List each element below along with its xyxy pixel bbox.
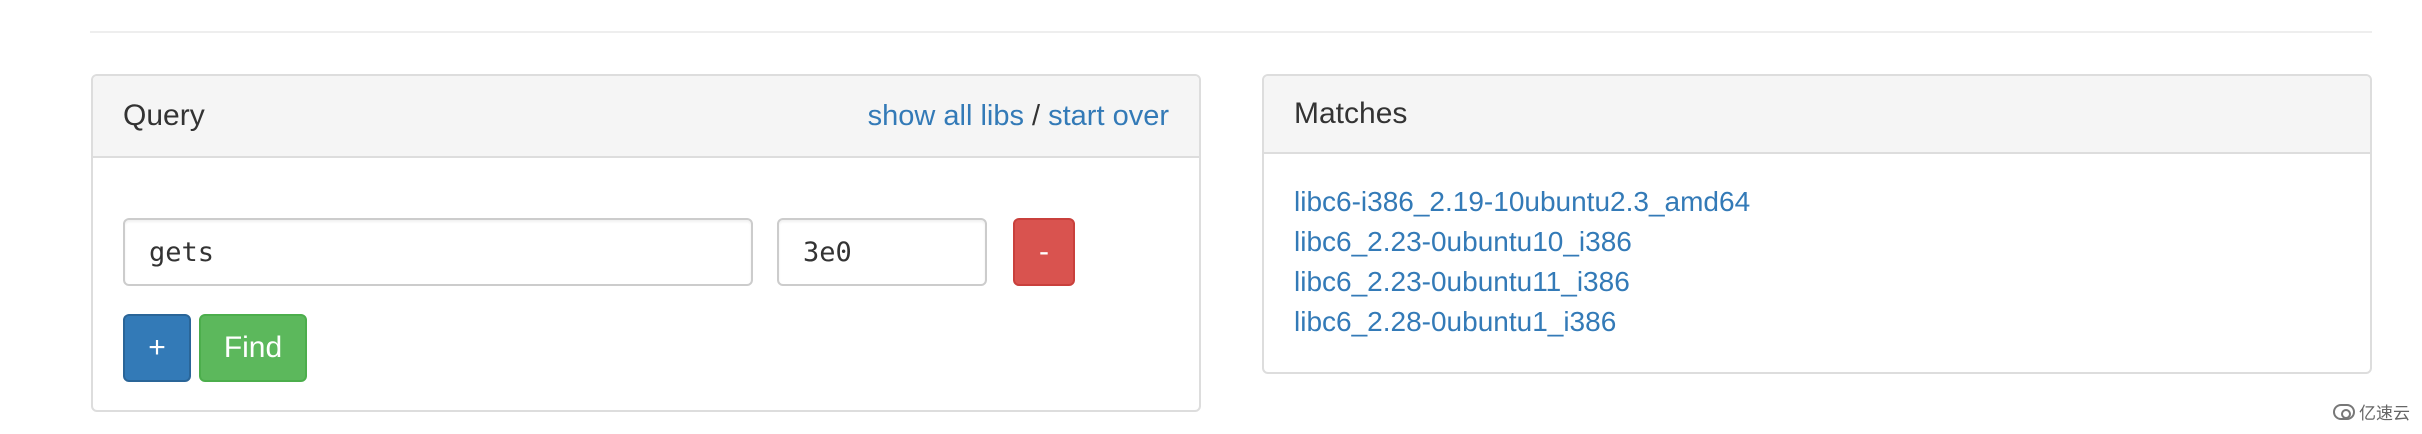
matches-panel-heading: Matches xyxy=(1264,76,2370,154)
query-title: Query xyxy=(123,99,205,132)
symbol-address-input[interactable]: 3e0 xyxy=(777,218,987,286)
query-links: show all libs / start over xyxy=(868,100,1169,133)
show-all-libs-link[interactable]: show all libs xyxy=(868,100,1024,132)
list-item: libc6-i386_2.19-10ubuntu2.3_amd64 xyxy=(1294,182,1750,222)
cloud-icon xyxy=(2333,403,2355,420)
query-panel: Query show all libs / start over gets 3e… xyxy=(91,74,1201,412)
matches-panel: Matches libc6-i386_2.19-10ubuntu2.3_amd6… xyxy=(1262,74,2372,374)
matches-list: libc6-i386_2.19-10ubuntu2.3_amd64 libc6_… xyxy=(1294,182,1750,342)
matches-title: Matches xyxy=(1294,97,1408,130)
link-separator: / xyxy=(1023,99,1049,132)
start-over-link[interactable]: start over xyxy=(1048,100,1169,132)
find-button[interactable]: Find xyxy=(199,314,307,382)
top-divider xyxy=(90,31,2372,33)
watermark-text: 亿速云 xyxy=(2359,404,2410,423)
match-link[interactable]: libc6-i386_2.19-10ubuntu2.3_amd64 xyxy=(1294,186,1750,217)
remove-row-button[interactable]: - xyxy=(1013,218,1075,286)
match-link[interactable]: libc6_2.23-0ubuntu11_i386 xyxy=(1294,266,1630,297)
watermark: 亿速云 xyxy=(2333,399,2410,424)
match-link[interactable]: libc6_2.28-0ubuntu1_i386 xyxy=(1294,306,1616,337)
list-item: libc6_2.23-0ubuntu11_i386 xyxy=(1294,262,1750,302)
match-link[interactable]: libc6_2.23-0ubuntu10_i386 xyxy=(1294,226,1632,257)
query-panel-heading: Query show all libs / start over xyxy=(93,76,1199,158)
add-row-button[interactable]: + xyxy=(123,314,191,382)
list-item: libc6_2.28-0ubuntu1_i386 xyxy=(1294,302,1750,342)
symbol-name-input[interactable]: gets xyxy=(123,218,753,286)
list-item: libc6_2.23-0ubuntu10_i386 xyxy=(1294,222,1750,262)
